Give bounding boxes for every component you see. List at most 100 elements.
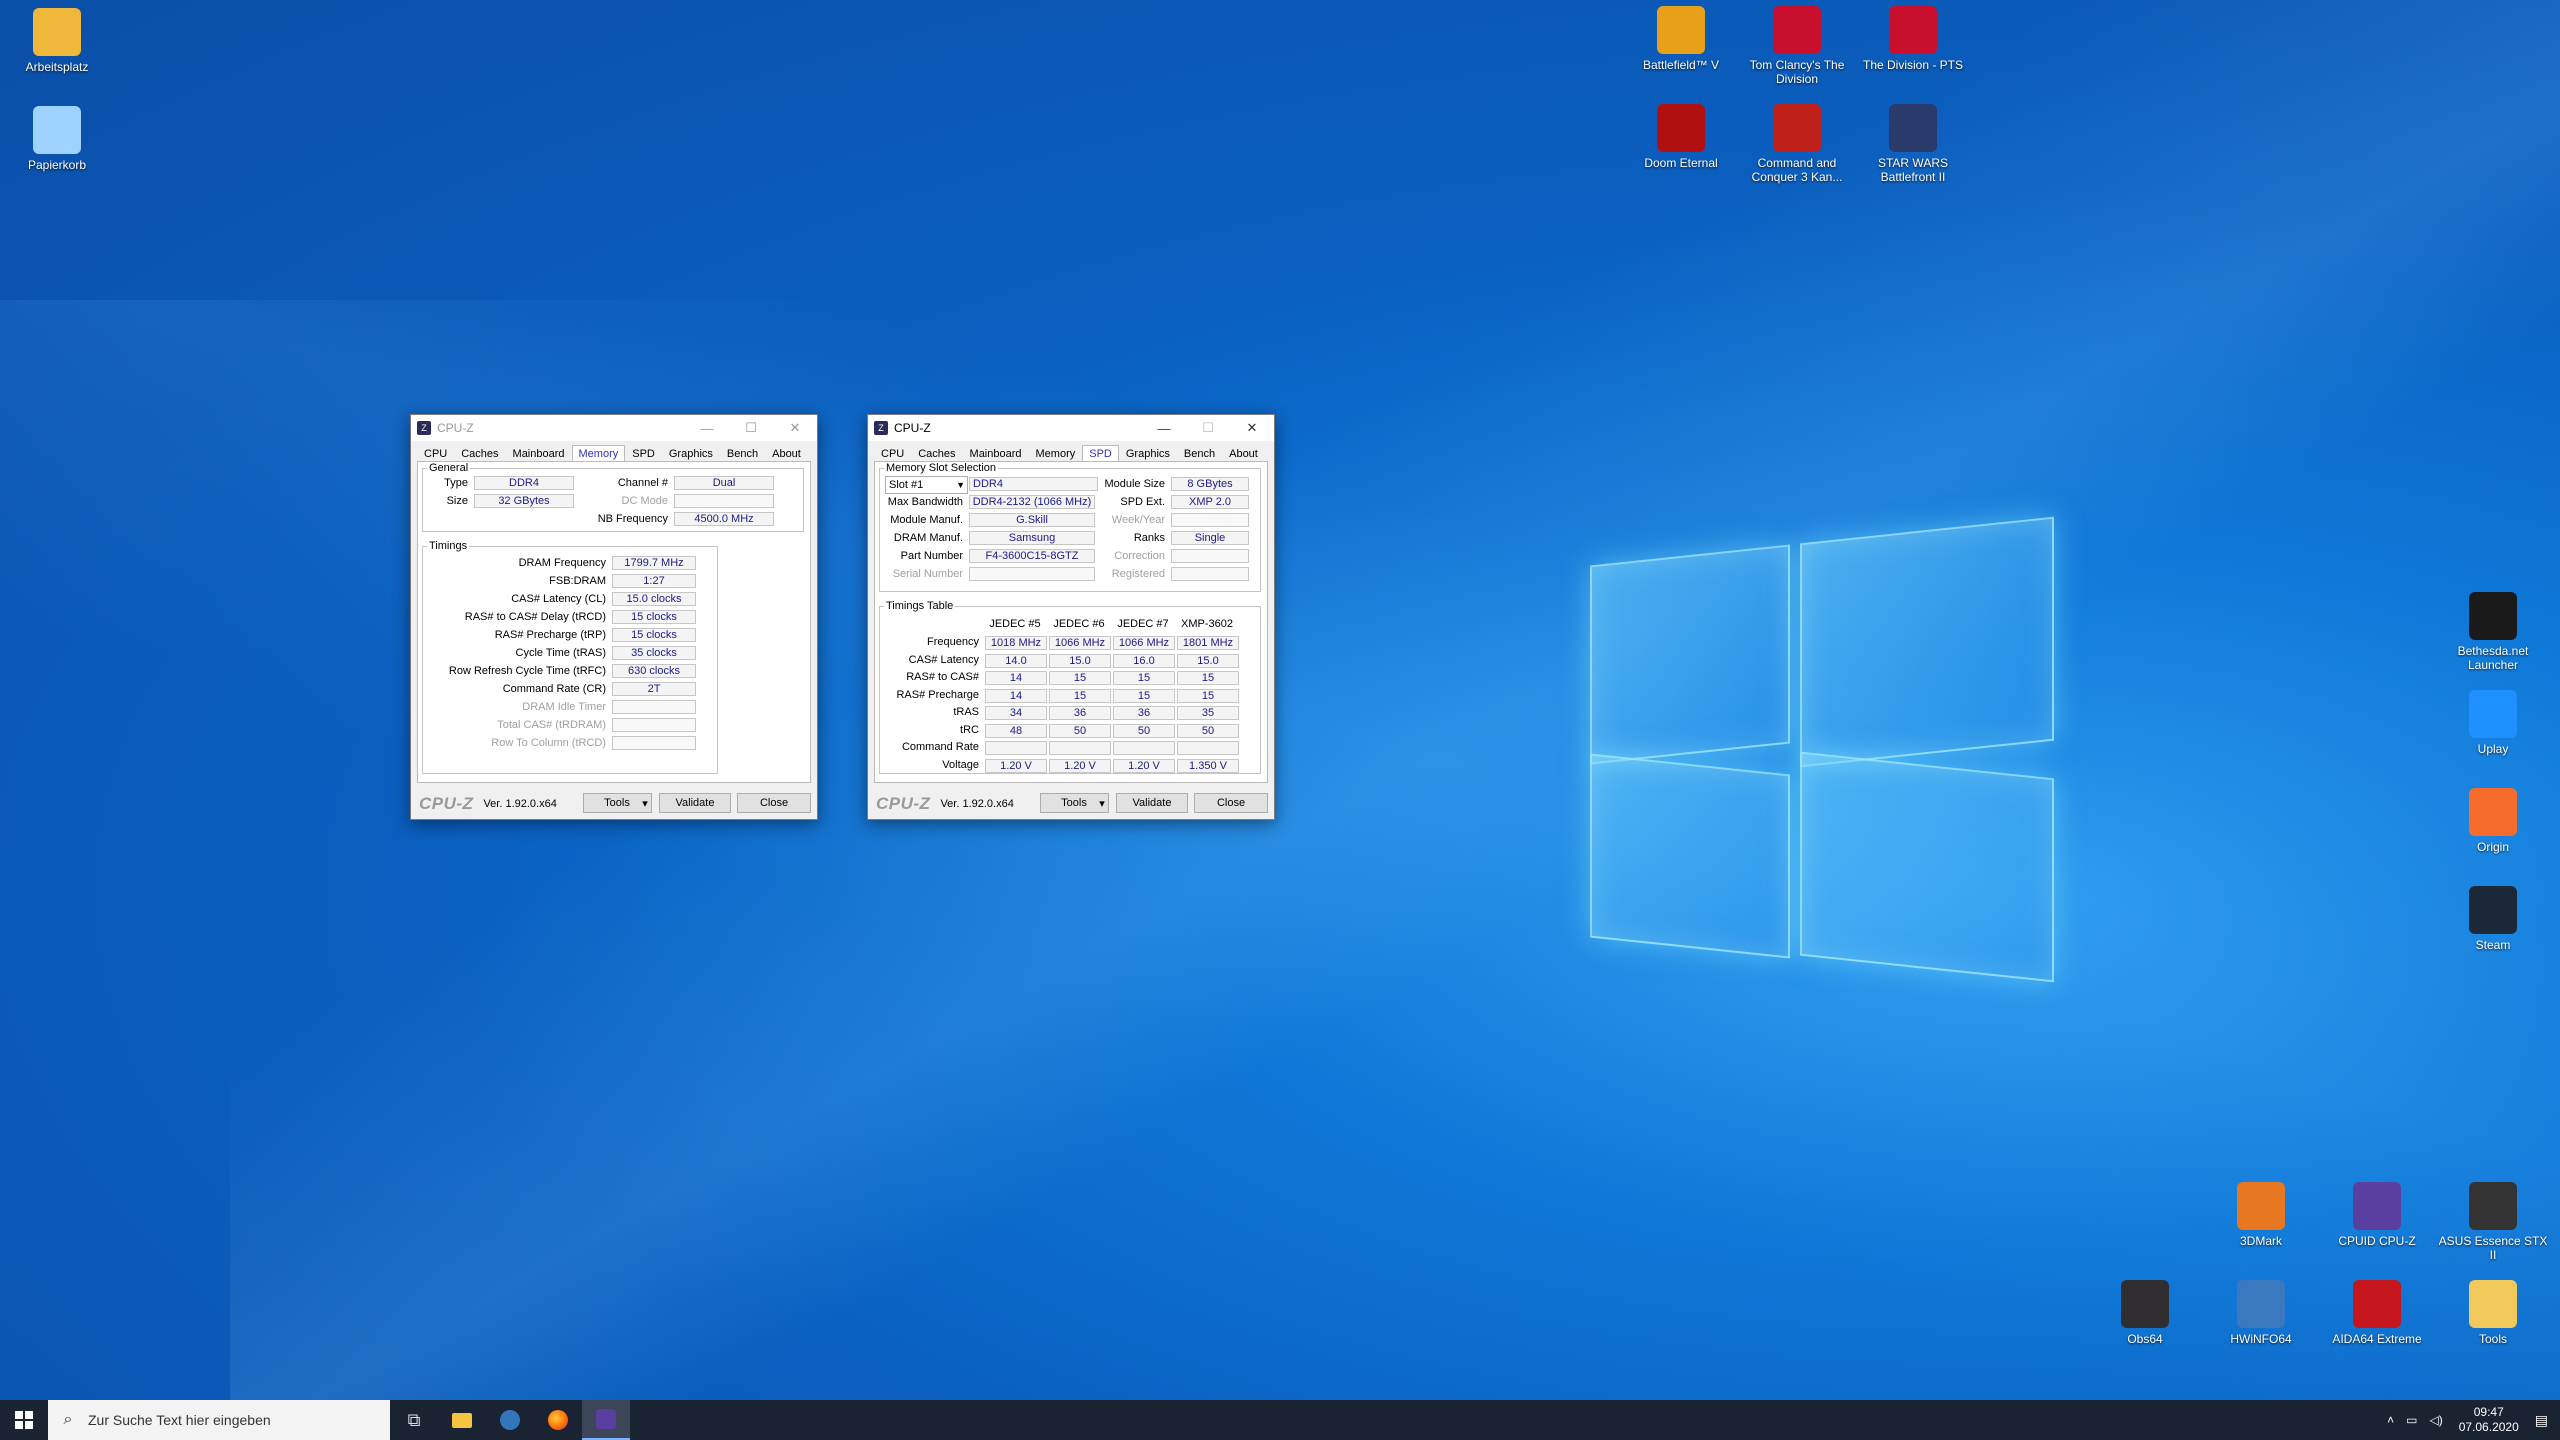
validate-button[interactable]: Validate <box>1116 793 1188 813</box>
cpuz-app-icon: Z <box>417 421 431 435</box>
timings-cell: 1066 MHz <box>1113 636 1175 650</box>
cpuz-spd-window[interactable]: Z CPU-Z — ☐ ✕ CPU Caches Mainboard Memor… <box>867 414 1275 820</box>
close-window-button[interactable]: ✕ <box>773 415 817 441</box>
memory-type-value: DDR4 <box>969 477 1098 491</box>
maximize-button[interactable]: ☐ <box>729 415 773 441</box>
desktop-shortcut-label: CPUID CPU-Z <box>2338 1234 2416 1248</box>
timing-value: 630 clocks <box>612 664 696 678</box>
desktop-shortcut[interactable]: Tom Clancy's The Division <box>1742 6 1852 86</box>
clock-date: 07.06.2020 <box>2458 1420 2519 1434</box>
asus-icon <box>2469 1182 2517 1230</box>
part-number-value: F4-3600C15-8GTZ <box>969 549 1095 563</box>
taskbar: ⌕ Zur Suche Text hier eingeben ⧉ ˄ ▭ ◁) … <box>0 1400 2560 1440</box>
desktop-shortcut[interactable]: Battlefield™ V <box>1626 6 1736 72</box>
desktop-shortcut-label: Uplay <box>2477 742 2509 756</box>
clock[interactable]: 09:47 07.06.2020 <box>2459 1405 2519 1435</box>
chevron-up-icon[interactable]: ˄ <box>2387 1413 2394 1427</box>
desktop-shortcut[interactable]: Steam <box>2438 886 2548 952</box>
week-year-value <box>1171 513 1249 527</box>
title-bar[interactable]: Z CPU-Z — ☐ ✕ <box>868 415 1274 441</box>
edge-browser-icon[interactable] <box>486 1400 534 1440</box>
star-wars-icon <box>1889 104 1937 152</box>
desktop-shortcut[interactable]: Papierkorb <box>2 106 112 172</box>
cpuz-brand-logo: CPU-Z <box>876 794 931 813</box>
timings-cell: 15.0 <box>1049 653 1111 668</box>
timings-cell: 1.20 V <box>985 758 1047 773</box>
module-manuf-label: Module Manuf. <box>890 514 963 526</box>
close-button[interactable]: Close <box>737 793 811 813</box>
close-button[interactable]: Close <box>1194 793 1268 813</box>
cpuz-taskbar-icon[interactable] <box>582 1400 630 1440</box>
ranks-value: Single <box>1171 531 1249 545</box>
desktop-shortcut-label: 3DMark <box>2239 1234 2282 1248</box>
start-button[interactable] <box>0 1400 48 1440</box>
timings-row-label: tRAS <box>953 706 979 718</box>
tools-dropdown-icon[interactable]: ▾ <box>639 793 652 813</box>
nb-frequency-value: 4500.0 MHz <box>674 512 774 526</box>
timings-cell: 35 <box>1177 706 1239 720</box>
timing-value: 15.0 clocks <box>612 592 696 606</box>
timing-value: 15 clocks <box>612 610 696 624</box>
timings-row-label: Command Rate <box>901 741 979 753</box>
desktop-shortcut-label: Obs64 <box>2127 1332 2163 1346</box>
recycle-bin-icon <box>33 106 81 154</box>
task-view-button[interactable]: ⧉ <box>390 1400 438 1440</box>
timings-column-header: XMP-3602 <box>1181 618 1233 630</box>
close-label: Close <box>759 797 789 809</box>
desktop-shortcut-label: ASUS Essence STX II <box>2438 1234 2548 1262</box>
folder-icon <box>2469 1280 2517 1328</box>
timings-cell: 1801 MHz <box>1177 636 1239 650</box>
bethesda-icon <box>2469 592 2517 640</box>
desktop-shortcut[interactable]: Obs64 <box>2090 1280 2200 1346</box>
search-box[interactable]: ⌕ Zur Suche Text hier eingeben <box>48 1400 390 1440</box>
timings-cell <box>1113 741 1175 755</box>
firefox-icon[interactable] <box>534 1400 582 1440</box>
title-bar[interactable]: Z CPU-Z — ☐ ✕ <box>411 415 817 441</box>
desktop-shortcut[interactable]: The Division - PTS <box>1858 6 1968 72</box>
cpuz-icon <box>2353 1182 2401 1230</box>
timings-legend: Timings <box>429 540 468 552</box>
timings-row-label: Frequency <box>927 636 979 648</box>
desktop-shortcut[interactable]: 3DMark <box>2206 1182 2316 1248</box>
desktop-shortcut[interactable]: HWiNFO64 <box>2206 1280 2316 1346</box>
registered-value <box>1171 567 1249 581</box>
desktop-shortcut-label: STAR WARS Battlefront II <box>1877 156 1948 184</box>
desktop-shortcut[interactable]: Tools <box>2438 1280 2548 1346</box>
cpuz-memory-window[interactable]: Z CPU-Z — ☐ ✕ CPU Caches Mainboard Memor… <box>410 414 818 820</box>
uplay-icon <box>2469 690 2517 738</box>
timings-cell: 50 <box>1177 723 1239 738</box>
tools-dropdown-icon[interactable]: ▾ <box>1096 793 1109 813</box>
cpuz-app-icon: Z <box>874 421 888 435</box>
maximize-button[interactable]: ☐ <box>1186 415 1230 441</box>
minimize-button[interactable]: — <box>1142 415 1186 441</box>
timings-cell: 14 <box>985 671 1047 685</box>
network-icon[interactable]: ▭ <box>2406 1413 2417 1427</box>
max-bandwidth-value: DDR4-2132 (1066 MHz) <box>969 495 1095 509</box>
desktop-shortcut[interactable]: Arbeitsplatz <box>2 8 112 74</box>
desktop-shortcut[interactable]: Doom Eternal <box>1626 104 1736 170</box>
desktop-shortcut[interactable]: STAR WARS Battlefront II <box>1858 104 1968 184</box>
desktop-shortcut[interactable]: Command and Conquer 3 Kan... <box>1742 104 1852 184</box>
timings-cell: 1018 MHz <box>985 636 1047 650</box>
timings-cell: 15.0 <box>1177 653 1239 668</box>
desktop-shortcut-label: Bethesda.net Launcher <box>2457 644 2529 672</box>
validate-button[interactable]: Validate <box>659 793 731 813</box>
file-explorer-icon[interactable] <box>438 1400 486 1440</box>
desktop-shortcut[interactable]: Uplay <box>2438 690 2548 756</box>
timing-value: 1:27 <box>612 574 696 588</box>
desktop-shortcut[interactable]: ASUS Essence STX II <box>2438 1182 2548 1262</box>
close-window-button[interactable]: ✕ <box>1230 415 1274 441</box>
desktop-shortcut[interactable]: AIDA64 Extreme <box>2322 1280 2432 1346</box>
desktop-shortcut[interactable]: CPUID CPU-Z <box>2322 1182 2432 1248</box>
desktop-shortcut[interactable]: Bethesda.net Launcher <box>2438 592 2548 672</box>
volume-icon[interactable]: ◁) <box>2429 1413 2442 1427</box>
timing-label: DRAM Idle Timer <box>522 701 606 713</box>
aida64-icon <box>2353 1280 2401 1328</box>
search-icon: ⌕ <box>63 1411 73 1428</box>
minimize-button[interactable]: — <box>685 415 729 441</box>
notification-center-icon[interactable]: ▤ <box>2535 1412 2548 1429</box>
timings-cell: 14 <box>985 688 1047 703</box>
slot-select[interactable]: Slot #1 ▼ <box>885 476 968 494</box>
channel-label: Channel # <box>617 477 668 489</box>
desktop-shortcut[interactable]: Origin <box>2438 788 2548 854</box>
